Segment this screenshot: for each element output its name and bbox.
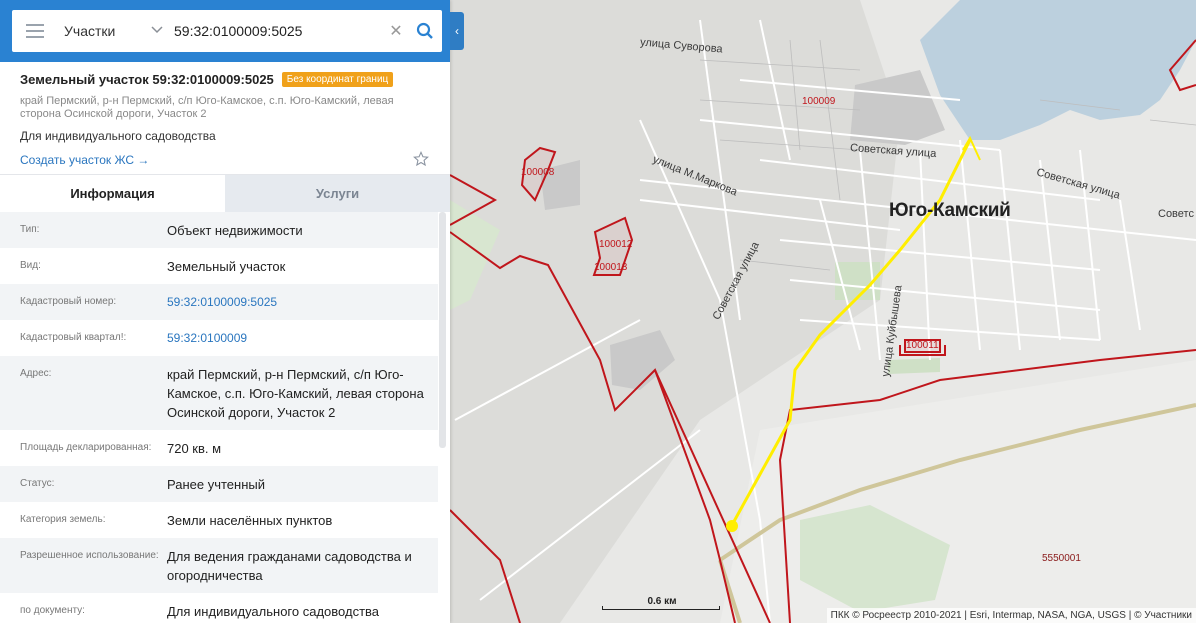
search-header: Участки ✕ xyxy=(0,0,450,62)
quarter-label-100011[interactable]: 100011 xyxy=(906,340,939,351)
create-plot-link[interactable]: Создать участок ЖС → xyxy=(20,153,149,167)
cadastral-number-link[interactable]: 59:32:0100009:5025 xyxy=(167,284,438,320)
cadastral-quarter-link[interactable]: 59:32:0100009 xyxy=(167,320,438,356)
info-row-area: Площадь декларированная: 720 кв. м xyxy=(0,430,438,466)
info-key: Категория земель: xyxy=(20,514,106,525)
info-key: Тип: xyxy=(20,224,40,235)
quarter-label-100008[interactable]: 100008 xyxy=(521,167,554,178)
info-key: Статус: xyxy=(20,478,55,489)
info-key: Площадь декларированная: xyxy=(20,442,152,453)
star-icon[interactable] xyxy=(413,151,431,169)
no-coordinates-badge: Без координат границ xyxy=(281,72,394,87)
tab-bar: Информация Услуги xyxy=(0,174,450,212)
info-row-type: Тип: Объект недвижимости xyxy=(0,212,438,248)
quarter-label-100013[interactable]: 100013 xyxy=(594,262,627,273)
quarter-label-100012[interactable]: 100012 xyxy=(599,239,632,250)
info-row-permitted-use: Разрешенное использование: Для ведения г… xyxy=(0,538,438,593)
map-attribution: ПКК © Росреестр 2010-2021 | Esri, Interm… xyxy=(826,608,1196,623)
search-type-select[interactable]: Участки xyxy=(58,23,146,39)
city-label: Юго-Камский xyxy=(889,200,1011,221)
plot-header: Земельный участок 59:32:0100009:5025 Без… xyxy=(0,62,450,174)
tab-services[interactable]: Услуги xyxy=(225,175,450,212)
chevron-down-icon[interactable] xyxy=(146,25,168,37)
info-value: 720 кв. м xyxy=(167,441,222,456)
info-value: Для ведения гражданами садоводства и ого… xyxy=(167,549,412,583)
quarter-label-100009[interactable]: 100009 xyxy=(802,96,835,107)
search-icon[interactable] xyxy=(408,10,442,52)
info-row-address: Адрес: край Пермский, р-н Пермский, с/п … xyxy=(0,356,438,430)
info-key: Кадастровый квартал!: xyxy=(20,332,127,343)
plot-address: край Пермский, р-н Пермский, с/п Юго-Кам… xyxy=(20,95,394,120)
plot-purpose: Для индивидуального садоводства xyxy=(20,129,216,143)
info-row-cadastral-quarter: Кадастровый квартал!: 59:32:0100009 xyxy=(0,320,438,356)
info-key: Кадастровый номер: xyxy=(20,296,117,307)
clear-icon[interactable]: ✕ xyxy=(384,21,408,41)
info-row-by-document: по документу: Для индивидуального садово… xyxy=(0,593,438,623)
info-value: Объект недвижимости xyxy=(167,223,303,238)
side-panel: Участки ✕ Земельный участок 59:32:010000… xyxy=(0,0,450,623)
info-value: край Пермский, р-н Пермский, с/п Юго-Кам… xyxy=(167,367,424,420)
map-park-2 xyxy=(888,358,940,374)
scale-bar: 0.6 км xyxy=(602,596,722,612)
route-start-point[interactable] xyxy=(726,520,738,532)
info-key: по документу: xyxy=(20,605,85,616)
plot-title-row: Земельный участок 59:32:0100009:5025 Без… xyxy=(20,72,430,87)
search-input[interactable] xyxy=(168,16,384,46)
collapse-panel-button[interactable]: ‹ xyxy=(450,12,464,50)
info-key: Разрешенное использование: xyxy=(20,550,159,561)
scale-bar-line xyxy=(602,606,720,610)
info-key: Вид: xyxy=(20,260,41,271)
info-value: Ранее учтенный xyxy=(167,477,265,492)
search-bar: Участки ✕ xyxy=(12,10,442,52)
plot-title: Земельный участок 59:32:0100009:5025 xyxy=(20,72,274,87)
info-table: Тип: Объект недвижимости Вид: Земельный … xyxy=(0,212,438,623)
info-row-status: Статус: Ранее учтенный xyxy=(0,466,438,502)
menu-icon[interactable] xyxy=(12,10,58,52)
info-value: Земли населённых пунктов xyxy=(167,513,333,528)
info-key: Адрес: xyxy=(20,368,52,379)
street-label-sovetskaya-edge: Советс xyxy=(1158,208,1194,220)
info-row-cadastral-number: Кадастровый номер: 59:32:0100009:5025 xyxy=(0,284,438,320)
tab-info[interactable]: Информация xyxy=(0,175,225,212)
info-row-kind: Вид: Земельный участок xyxy=(0,248,438,284)
info-row-land-category: Категория земель: Земли населённых пункт… xyxy=(0,502,438,538)
info-scrollbar[interactable] xyxy=(439,212,446,448)
info-value: Земельный участок xyxy=(167,259,286,274)
quarter-label-5550001[interactable]: 5550001 xyxy=(1042,553,1081,564)
info-value: Для индивидуального садоводства xyxy=(167,604,380,619)
